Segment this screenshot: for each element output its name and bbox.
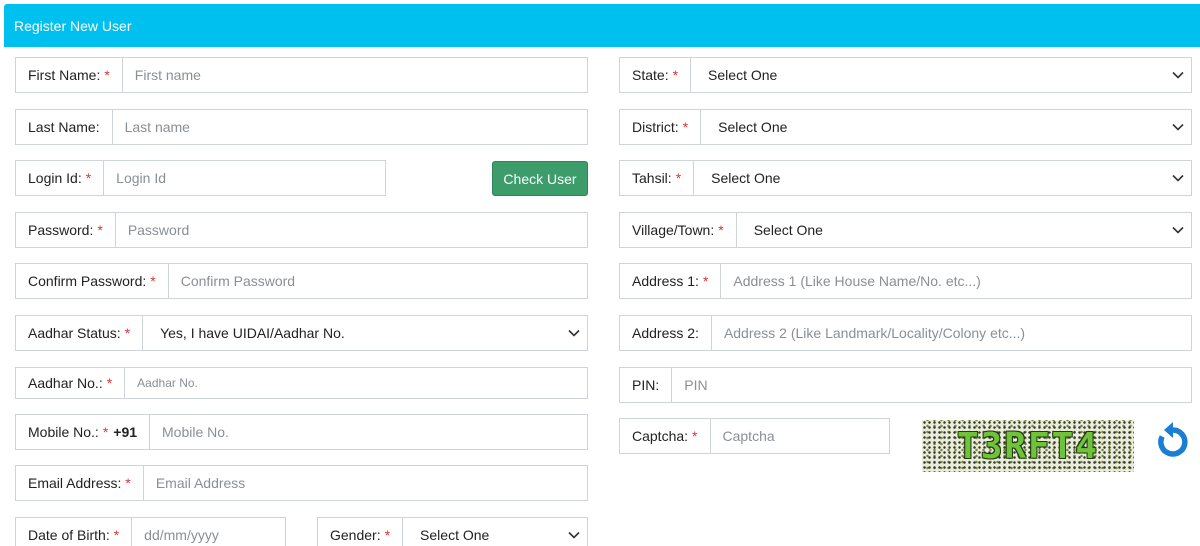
aadhar-status-label: Aadhar Status: * — [16, 316, 144, 350]
chevron-down-icon — [1171, 223, 1185, 237]
dob-group: Date of Birth: * dd/mm/yyyy — [15, 517, 286, 546]
captcha-text: T3RFT4 — [956, 425, 1100, 467]
village-group: Village/Town: * Select One — [619, 212, 1192, 248]
address2-label: Address 2: — [620, 316, 712, 350]
tahsil-group: Tahsil: * Select One — [619, 160, 1192, 196]
mobile-no-input[interactable]: Mobile No. — [150, 415, 587, 449]
address1-input[interactable]: Address 1 (Like House Name/No. etc...) — [721, 264, 1191, 298]
district-group: District: * Select One — [619, 109, 1192, 145]
page-title: Register New User — [14, 17, 132, 34]
aadhar-no-group: Aadhar No.: * Aadhar No. — [15, 367, 588, 399]
password-input[interactable]: Password — [115, 213, 587, 247]
login-id-label: Login Id: * — [16, 161, 105, 195]
village-value: Select One — [753, 222, 823, 238]
tahsil-value: Select One — [711, 170, 781, 186]
email-label: Email Address: * — [16, 466, 144, 500]
village-label: Village/Town: * — [620, 213, 737, 247]
captcha-image: T3RFT4 — [922, 420, 1134, 472]
refresh-icon[interactable] — [1155, 420, 1191, 460]
email-input[interactable]: Email Address — [143, 466, 587, 500]
chevron-down-icon — [567, 326, 581, 340]
first-name-group: First Name: * First name — [15, 57, 588, 93]
captcha-group: Captcha: * Captcha — [619, 418, 890, 454]
last-name-group: Last Name: Last name — [15, 109, 588, 145]
tahsil-label: Tahsil: * — [620, 161, 695, 195]
pin-label: PIN: — [620, 368, 673, 402]
first-name-label: First Name: * — [16, 58, 123, 92]
password-label: Password: * — [16, 213, 116, 247]
state-group: State: * Select One — [619, 57, 1192, 93]
country-code: +91 — [113, 424, 138, 440]
district-select[interactable]: Select One — [701, 110, 1191, 144]
district-label: District: * — [620, 110, 702, 144]
tahsil-select[interactable]: Select One — [694, 161, 1191, 195]
confirm-password-label: Confirm Password: * — [16, 264, 169, 298]
gender-group: Gender: * Select One — [317, 517, 588, 546]
confirm-password-group: Confirm Password: * Confirm Password — [15, 263, 588, 299]
panel-header: Register New User — [4, 4, 1200, 47]
aadhar-no-label: Aadhar No.: * — [16, 368, 126, 398]
mobile-no-group: Mobile No.: * +91 Mobile No. — [15, 414, 588, 450]
gender-label: Gender: * — [318, 518, 404, 546]
check-user-button[interactable]: Check User — [492, 161, 588, 196]
address2-group: Address 2: Address 2 (Like Landmark/Loca… — [619, 315, 1192, 351]
chevron-down-icon — [1171, 120, 1185, 134]
pin-group: PIN: PIN — [619, 367, 1192, 403]
village-select[interactable]: Select One — [737, 213, 1191, 247]
aadhar-status-select[interactable]: Yes, I have UIDAI/Aadhar No. — [143, 316, 587, 350]
login-id-group: Login Id: * Login Id — [15, 160, 386, 196]
first-name-input[interactable]: First name — [122, 58, 587, 92]
login-id-input[interactable]: Login Id — [104, 161, 385, 195]
state-label: State: * — [620, 58, 692, 92]
last-name-input[interactable]: Last name — [112, 110, 587, 144]
district-value: Select One — [718, 119, 788, 135]
aadhar-status-group: Aadhar Status: * Yes, I have UIDAI/Aadhar… — [15, 315, 588, 351]
chevron-down-icon — [1171, 68, 1185, 82]
chevron-down-icon — [567, 528, 581, 542]
dob-label: Date of Birth: * — [16, 518, 133, 546]
dob-input[interactable]: dd/mm/yyyy — [132, 518, 285, 546]
gender-value: Select One — [420, 527, 490, 543]
email-group: Email Address: * Email Address — [15, 465, 588, 501]
captcha-input[interactable]: Captcha — [710, 419, 889, 453]
state-value: Select One — [708, 67, 778, 83]
captcha-label: Captcha: * — [620, 419, 711, 453]
confirm-password-input[interactable]: Confirm Password — [168, 264, 587, 298]
chevron-down-icon — [1171, 171, 1185, 185]
address1-label: Address 1: * — [620, 264, 722, 298]
last-name-label: Last Name: — [16, 110, 113, 144]
pin-input[interactable]: PIN — [672, 368, 1191, 402]
address2-input[interactable]: Address 2 (Like Landmark/Locality/Colony… — [711, 316, 1191, 350]
password-group: Password: * Password — [15, 212, 588, 248]
gender-select[interactable]: Select One — [403, 518, 587, 546]
aadhar-no-input[interactable]: Aadhar No. — [125, 368, 587, 398]
state-select[interactable]: Select One — [691, 58, 1191, 92]
aadhar-status-value: Yes, I have UIDAI/Aadhar No. — [160, 325, 345, 341]
address1-group: Address 1: * Address 1 (Like House Name/N… — [619, 263, 1192, 299]
mobile-no-label: Mobile No.: * +91 — [16, 415, 151, 449]
